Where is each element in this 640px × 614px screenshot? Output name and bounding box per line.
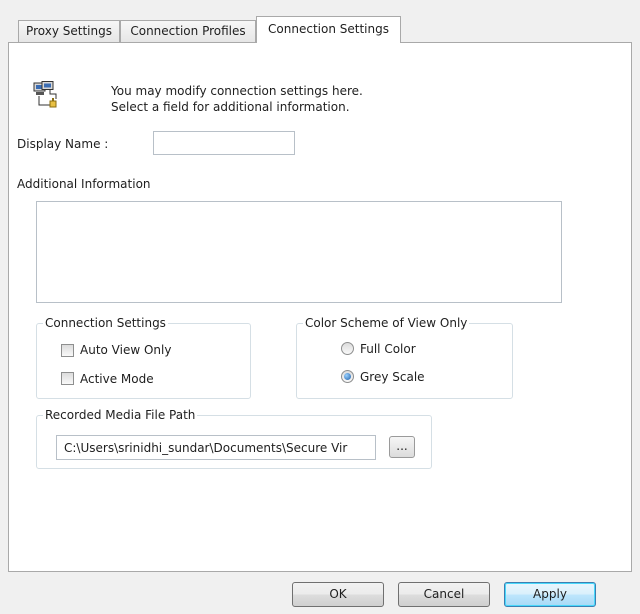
color-scheme-legend: Color Scheme of View Only xyxy=(303,316,470,330)
recorded-media-group: Recorded Media File Path C:\Users\srinid… xyxy=(36,408,432,469)
info-line-2: Select a field for additional informatio… xyxy=(111,100,350,114)
connection-settings-legend: Connection Settings xyxy=(43,316,168,330)
browse-button[interactable]: ... xyxy=(389,436,415,458)
active-mode-checkbox[interactable] xyxy=(61,372,74,385)
display-name-field[interactable] xyxy=(153,131,295,155)
network-computers-icon xyxy=(33,81,61,113)
additional-information-box xyxy=(36,201,562,303)
auto-view-only-checkbox[interactable] xyxy=(61,344,74,357)
recorded-media-path-field[interactable]: C:\Users\srinidhi_sundar\Documents\Secur… xyxy=(56,435,376,460)
auto-view-only-label[interactable]: Auto View Only xyxy=(80,343,171,357)
recorded-media-path-text: C:\Users\srinidhi_sundar\Documents\Secur… xyxy=(64,441,348,455)
tab-connection-settings[interactable]: Connection Settings xyxy=(256,16,401,43)
tab-connection-profiles[interactable]: Connection Profiles xyxy=(120,20,256,42)
connection-settings-group: Connection Settings Auto View Only Activ… xyxy=(36,316,251,399)
tab-proxy-settings[interactable]: Proxy Settings xyxy=(18,20,120,42)
radio-selected-dot xyxy=(344,373,351,380)
info-text: You may modify connection settings here.… xyxy=(111,83,363,115)
grey-scale-radio[interactable] xyxy=(341,370,354,383)
full-color-radio[interactable] xyxy=(341,342,354,355)
info-line-1: You may modify connection settings here. xyxy=(111,84,363,98)
full-color-label[interactable]: Full Color xyxy=(360,342,416,356)
active-mode-label[interactable]: Active Mode xyxy=(80,372,154,386)
apply-button[interactable]: Apply xyxy=(504,582,596,607)
grey-scale-label[interactable]: Grey Scale xyxy=(360,370,425,384)
cancel-button[interactable]: Cancel xyxy=(398,582,490,607)
ok-button[interactable]: OK xyxy=(292,582,384,607)
recorded-media-legend: Recorded Media File Path xyxy=(43,408,198,422)
tab-panel-connection-settings: You may modify connection settings here.… xyxy=(8,42,632,572)
display-name-label: Display Name : xyxy=(17,137,109,151)
color-scheme-group: Color Scheme of View Only Full Color Gre… xyxy=(296,316,513,399)
additional-information-label: Additional Information xyxy=(17,177,151,191)
